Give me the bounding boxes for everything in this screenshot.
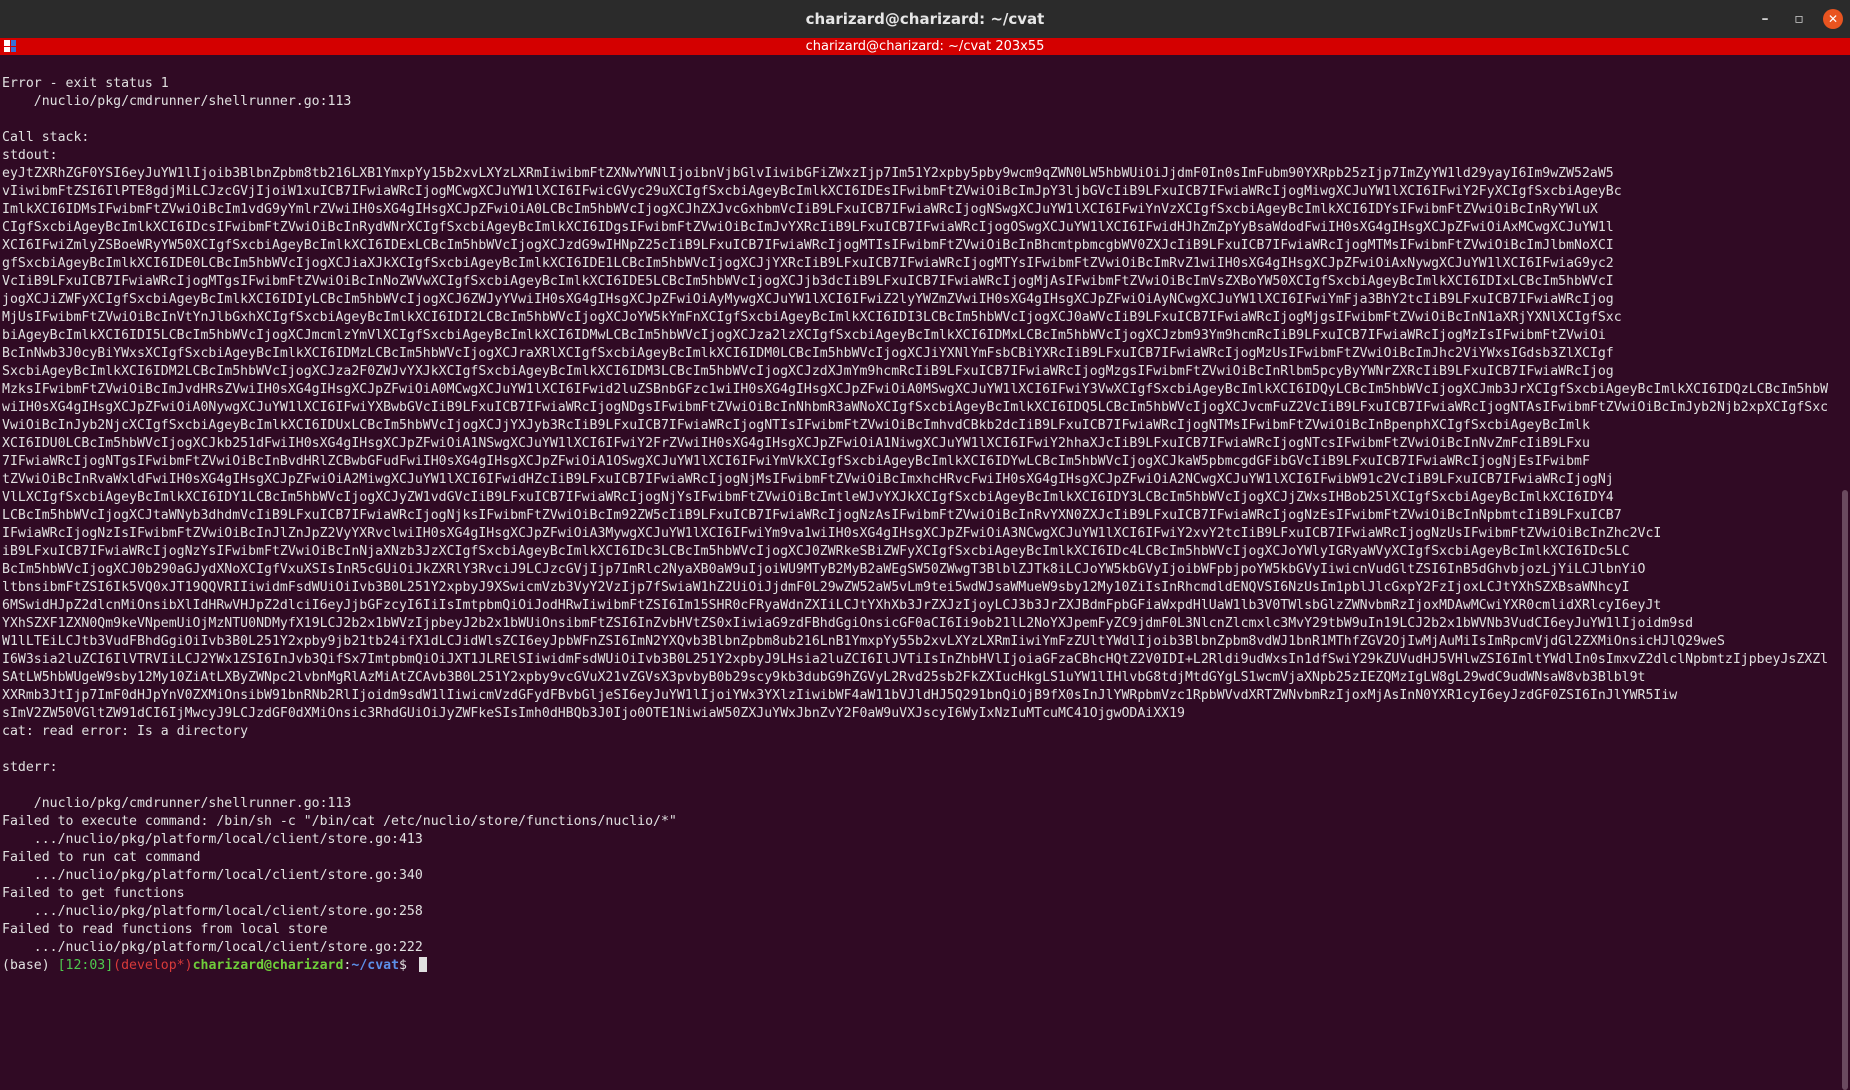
tmux-status-bar: charizard@charizard: ~/cvat 203x55 bbox=[0, 38, 1850, 55]
stdout-line: XCI6IFwiZmlyZSBoeWRyYW50XCIgfSxcbiAgeyBc… bbox=[2, 238, 1614, 253]
terminal-line: .../nuclio/pkg/platform/local/client/sto… bbox=[2, 940, 423, 955]
stdout-line: biAgeyBcImlkXCI6IDI5LCBcIm5hbWVcIjogXCJm… bbox=[2, 328, 1606, 343]
prompt-path: ~/cvat bbox=[351, 958, 400, 973]
tmux-status-text: charizard@charizard: ~/cvat 203x55 bbox=[805, 39, 1045, 54]
stdout-line: XCI6IDU0LCBcIm5hbWVcIjogXCJkb251dFwiIH0s… bbox=[2, 436, 1590, 451]
terminal-line: .../nuclio/pkg/platform/local/client/sto… bbox=[2, 904, 423, 919]
stdout-line: iB9LFxuICB7IFwiaWRcIjogNzYsIFwibmFtZVwiO… bbox=[2, 544, 1630, 559]
stdout-line: 7IFwiaWRcIjogNTgsIFwibmFtZVwiOiBcInBvdHR… bbox=[2, 454, 1590, 469]
terminal-line: Call stack: bbox=[2, 130, 90, 145]
terminal-line: Failed to read functions from local stor… bbox=[2, 922, 328, 937]
stdout-line: MjUsIFwibmFtZVwiOiBcInVtYnJlbGxhXCIgfSxc… bbox=[2, 310, 1622, 325]
stdout-line: IFwiaWRcIjogNzIsIFwibmFtZVwiOiBcInJlZnJp… bbox=[2, 526, 1662, 541]
terminal-line: Error - exit status 1 bbox=[2, 76, 169, 91]
prompt-symbol: $ bbox=[399, 958, 415, 973]
stdout-line: vIiwibmFtZSI6IlPTE8gdjMiLCJzcGVjIjoiW1xu… bbox=[2, 184, 1622, 199]
scrollbar-thumb[interactable] bbox=[1842, 490, 1848, 1090]
minimize-icon: – bbox=[1761, 11, 1769, 27]
terminal-line: /nuclio/pkg/cmdrunner/shellrunner.go:113 bbox=[2, 796, 352, 811]
terminal-line: Failed to run cat command bbox=[2, 850, 201, 865]
window-titlebar[interactable]: charizard@charizard: ~/cvat – ▫ ✕ bbox=[0, 0, 1850, 38]
terminal-line: stdout: bbox=[2, 148, 58, 163]
text-cursor bbox=[418, 957, 427, 972]
stdout-line: SxcbiAgeyBcImlkXCI6IDM2LCBcIm5hbWVcIjogX… bbox=[2, 364, 1614, 379]
close-icon: ✕ bbox=[1823, 9, 1843, 29]
stdout-line: I6W3sia2luZCI6IlVTRVIiLCJ2YWx1ZSI6InJvb3… bbox=[2, 652, 1828, 667]
stdout-line: jogXCJiZWFyXCIgfSxcbiAgeyBcImlkXCI6IDIyL… bbox=[2, 292, 1614, 307]
stdout-line: YXhSZXF1ZXN0Qm9keVNpemUiOjMzNTU0NDMyfX19… bbox=[2, 616, 1694, 631]
stdout-line: tZVwiOiBcInRvaWxldFwiIH0sXG4gIHsgXCJpZFw… bbox=[2, 472, 1614, 487]
stdout-line: BcInNwb3J0cyBiYWxsXCIgfSxcbiAgeyBcImlkXC… bbox=[2, 346, 1614, 361]
prompt-user-host: charizard@charizard bbox=[192, 958, 344, 973]
stdout-line: sImV2ZW50VGltZW91dCI6IjMwcyJ9LCJzdGF0dXM… bbox=[2, 706, 1185, 721]
window-controls: – ▫ ✕ bbox=[1748, 0, 1850, 38]
prompt-time: [12:03] bbox=[57, 958, 114, 973]
maximize-icon: ▫ bbox=[1794, 11, 1804, 27]
terminal-line: .../nuclio/pkg/platform/local/client/sto… bbox=[2, 868, 423, 883]
terminal-scrollbar[interactable] bbox=[1840, 55, 1850, 1090]
stdout-line: W1lLTEiLCJtb3VudFBhdGgiOiIvb3B0L251Y2xpb… bbox=[2, 634, 1725, 649]
stdout-base64-dump: eyJtZXRhZGF0YSI6eyJuYW1lIjoib3BlbnZpbm8t… bbox=[2, 165, 1828, 723]
stdout-line: gfSxcbiAgeyBcImlkXCI6IDE0LCBcIm5hbWVcIjo… bbox=[2, 256, 1614, 271]
stdout-line: LCBcIm5hbWVcIjogXCJtaWNyb3dhdmVcIiB9LFxu… bbox=[2, 508, 1622, 523]
maximize-button[interactable]: ▫ bbox=[1782, 0, 1816, 38]
stdout-line: ltbnsibmFtZSI6Ik5VQ0xJT19QQVRIIiwidmFsdW… bbox=[2, 580, 1630, 595]
minimize-button[interactable]: – bbox=[1748, 0, 1782, 38]
terminal-line: cat: read error: Is a directory bbox=[2, 724, 249, 739]
stdout-line: ImlkXCI6IDMsIFwibmFtZVwiOiBcIm1vdG9yYmlr… bbox=[2, 202, 1598, 217]
terminal-line: stderr: bbox=[2, 760, 58, 775]
terminal-output[interactable]: Error - exit status 1 /nuclio/pkg/cmdrun… bbox=[2, 75, 1828, 1045]
stdout-line: SAtLW5hbWUgeW9sby12My10ZiAtLXByZWNpc2lvb… bbox=[2, 670, 1646, 685]
shell-prompt[interactable]: (base) [12:03](develop*)charizard@chariz… bbox=[2, 957, 1828, 975]
stdout-line: 6MSwidHJpZ2dlcnMiOnsibXlIdHRwVHJpZ2dlciI… bbox=[2, 598, 1662, 613]
terminal-window: charizard@charizard: ~/cvat – ▫ ✕ chariz… bbox=[0, 0, 1850, 1090]
terminal-line: Failed to get functions bbox=[2, 886, 185, 901]
stdout-line: CIgfSxcbiAgeyBcImlkXCI6IDcsIFwibmFtZVwiO… bbox=[2, 220, 1614, 235]
stdout-line: wiIH0sXG4gIHsgXCJpZFwiOiA0NywgXCJuYW1lXC… bbox=[2, 400, 1828, 415]
terminal-line: /nuclio/pkg/cmdrunner/shellrunner.go:113 bbox=[2, 94, 352, 109]
window-title: charizard@charizard: ~/cvat bbox=[805, 10, 1045, 28]
stdout-line: VcIiB9LFxuICB7IFwiaWRcIjogMTgsIFwibmFtZV… bbox=[2, 274, 1614, 289]
stdout-line: BcIm5hbWVcIjogXCJ0b290aGJydXNoXCIgfVxuXS… bbox=[2, 562, 1646, 577]
stdout-line: VlLXCIgfSxcbiAgeyBcImlkXCI6IDY1LCBcIm5hb… bbox=[2, 490, 1614, 505]
tmux-grid-icon[interactable] bbox=[4, 40, 16, 52]
stdout-line: eyJtZXRhZGF0YSI6eyJuYW1lIjoib3BlbnZpbm8t… bbox=[2, 166, 1614, 181]
stdout-line: XXRmb3JtIjp7ImF0dHJpYnV0ZXMiOnsibW91bnRN… bbox=[2, 688, 1678, 703]
stdout-line: VwiOiBcInJyb2NjcXCIgfSxcbiAgeyBcImlkXCI6… bbox=[2, 418, 1590, 433]
terminal-line: .../nuclio/pkg/platform/local/client/sto… bbox=[2, 832, 423, 847]
stderr-lines: cat: read error: Is a directory stderr: /… bbox=[2, 723, 1828, 957]
stdout-line: MzksIFwibmFtZVwiOiBcImJvdHRsZVwiIH0sXG4g… bbox=[2, 382, 1828, 397]
close-button[interactable]: ✕ bbox=[1816, 0, 1850, 38]
terminal-line: Failed to execute command: /bin/sh -c "/… bbox=[2, 814, 677, 829]
git-branch: (develop*) bbox=[113, 958, 193, 973]
error-header-lines: Error - exit status 1 /nuclio/pkg/cmdrun… bbox=[2, 75, 1828, 165]
conda-env: (base) bbox=[2, 958, 58, 973]
